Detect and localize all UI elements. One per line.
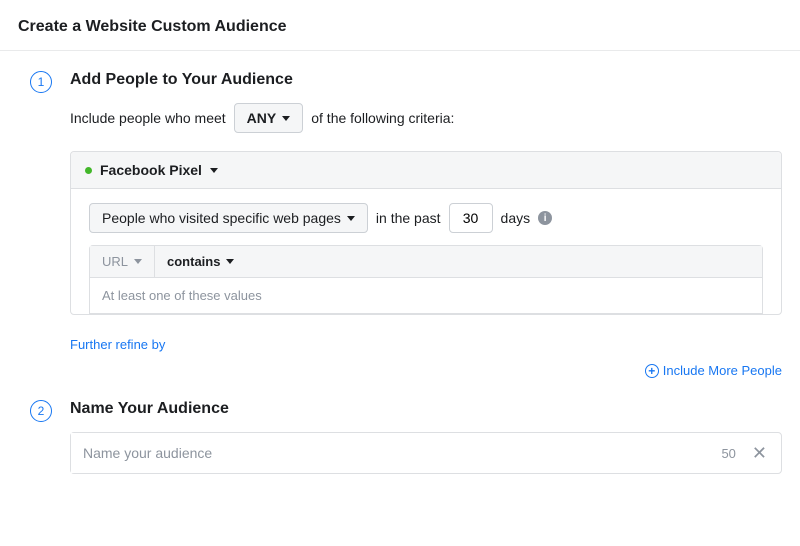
caret-down-icon	[347, 216, 355, 221]
caret-down-icon	[134, 259, 142, 264]
further-refine-link[interactable]: Further refine by	[70, 337, 782, 352]
match-any-dropdown[interactable]: ANY	[234, 103, 304, 133]
url-field-label: URL	[102, 254, 128, 269]
dialog-content: 1 Add People to Your Audience Include pe…	[0, 51, 800, 474]
include-more-people-link[interactable]: + Include More People	[645, 363, 782, 378]
days-input[interactable]	[449, 203, 493, 233]
past-suffix-text: days	[501, 210, 531, 226]
active-status-dot-icon	[85, 167, 92, 174]
pixel-source-box: Facebook Pixel People who visited specif…	[70, 151, 782, 315]
pixel-source-dropdown[interactable]: Facebook Pixel	[71, 152, 781, 189]
visitor-type-label: People who visited specific web pages	[102, 210, 341, 226]
match-any-label: ANY	[247, 110, 277, 126]
url-field-dropdown[interactable]: URL	[90, 246, 155, 277]
info-icon[interactable]: i	[538, 211, 552, 225]
step-add-people: 1 Add People to Your Audience Include pe…	[0, 71, 800, 352]
url-rule-box: URL contains	[89, 245, 763, 314]
visitor-rule-row: People who visited specific web pages in…	[89, 203, 763, 233]
dialog-header: Create a Website Custom Audience	[0, 0, 800, 51]
url-value-input[interactable]	[90, 278, 762, 313]
include-prefix-text: Include people who meet	[70, 110, 226, 126]
step-number-1: 1	[30, 71, 52, 93]
include-criteria-row: Include people who meet ANY of the follo…	[70, 103, 782, 133]
visitor-type-dropdown[interactable]: People who visited specific web pages	[89, 203, 368, 233]
url-operator-label: contains	[167, 254, 220, 269]
caret-down-icon	[210, 168, 218, 173]
audience-name-row: 50 ✕	[70, 432, 782, 474]
char-counter: 50	[711, 446, 745, 461]
step-number-2: 2	[30, 400, 52, 422]
plus-circle-icon: +	[645, 364, 659, 378]
step-2-title: Name Your Audience	[70, 400, 782, 418]
past-prefix-text: in the past	[376, 210, 441, 226]
step-name-audience: 2 Name Your Audience 50 ✕	[0, 400, 800, 474]
url-operator-dropdown[interactable]: contains	[155, 246, 246, 277]
step-1-title: Add People to Your Audience	[70, 71, 782, 89]
caret-down-icon	[282, 116, 290, 121]
audience-name-input[interactable]	[71, 433, 711, 473]
pixel-source-label: Facebook Pixel	[100, 162, 202, 178]
pixel-rule-body: People who visited specific web pages in…	[71, 189, 781, 314]
dialog-title: Create a Website Custom Audience	[18, 18, 782, 36]
caret-down-icon	[226, 259, 234, 264]
url-rule-header: URL contains	[90, 246, 762, 278]
include-more-label: Include More People	[663, 363, 782, 378]
include-suffix-text: of the following criteria:	[311, 110, 454, 126]
include-more-row: + Include More People	[0, 362, 782, 378]
clear-name-icon[interactable]: ✕	[746, 443, 781, 464]
